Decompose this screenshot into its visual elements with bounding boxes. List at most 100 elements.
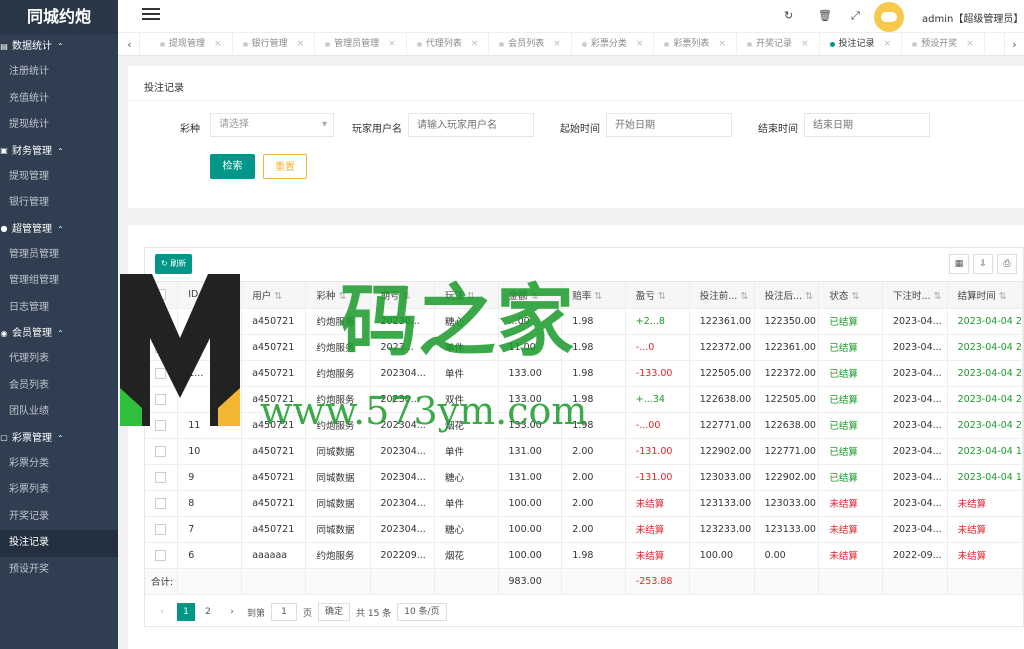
tab[interactable]: 代理列表 × xyxy=(407,33,490,56)
sort-icon[interactable]: ⇅ xyxy=(464,291,475,302)
close-icon[interactable]: × xyxy=(801,33,809,56)
sidebar-item[interactable]: 代理列表 xyxy=(0,346,118,373)
row-checkbox[interactable] xyxy=(155,497,166,509)
sort-icon[interactable]: ⇅ xyxy=(335,291,347,302)
sort-icon[interactable]: ⇅ xyxy=(996,291,1007,302)
table-row[interactable]: a450721 约炮服务 2023... 单件 11.00 1.98 -...0 122372… xyxy=(145,334,1023,361)
sort-icon[interactable]: ⇅ xyxy=(528,291,539,302)
table-row[interactable]: a450721 约炮服务 20230... 双件 133.00 1.98 +...34 122… xyxy=(145,386,1023,413)
prev-page-icon[interactable]: ‹ xyxy=(153,603,171,621)
lottery-select[interactable]: 请选择 ▾ xyxy=(210,113,334,137)
tab[interactable]: 彩票列表 × xyxy=(654,33,737,56)
row-checkbox[interactable] xyxy=(155,393,166,405)
close-icon[interactable]: × xyxy=(553,33,561,56)
column-header[interactable]: 结算时间 ⇅ xyxy=(947,282,1023,309)
close-icon[interactable]: × xyxy=(388,33,396,56)
sidebar-item[interactable]: 管理组管理 xyxy=(0,268,118,295)
refresh-button[interactable]: ↻ 刷新 xyxy=(155,254,193,274)
row-checkbox[interactable] xyxy=(155,549,166,561)
row-checkbox[interactable] xyxy=(155,445,166,457)
close-icon[interactable]: × xyxy=(966,33,974,56)
sidebar-group[interactable]: ▢ 彩票管理 ⌃ xyxy=(0,426,118,451)
column-header[interactable]: 金额 ⇅ xyxy=(498,282,563,309)
sidebar-item[interactable]: 彩票列表 xyxy=(0,477,118,504)
column-header[interactable]: 投注后... ⇅ xyxy=(754,282,820,309)
end-date-input[interactable] xyxy=(804,113,930,137)
trash-icon[interactable]: 🗑 xyxy=(818,9,832,22)
print-icon[interactable]: ⎙ xyxy=(997,254,1017,274)
table-row[interactable]: 11 a450721 约炮服务 202304... 烟花 133.00 1.98 -...00… xyxy=(145,412,1023,439)
columns-icon[interactable]: ▦ xyxy=(949,254,969,274)
row-checkbox[interactable] xyxy=(155,341,166,353)
row-checkbox[interactable] xyxy=(155,471,166,483)
close-icon[interactable]: × xyxy=(718,33,726,56)
sidebar-item[interactable]: 充值统计 xyxy=(0,86,118,113)
column-header[interactable]: 盈亏 ⇅ xyxy=(625,282,690,309)
menu-toggle-icon[interactable] xyxy=(142,8,160,22)
table-row[interactable]: a450721 约炮服务 20230... 糖心 ...00 1.98 +2...8 1223… xyxy=(145,308,1023,335)
column-header[interactable]: ID ⇅ xyxy=(177,282,243,309)
tab[interactable]: 预设开奖 × xyxy=(902,33,985,56)
sidebar-group[interactable]: ▣ 财务管理 ⌃ xyxy=(0,139,118,164)
page-size-select[interactable]: 10 条/页 xyxy=(397,603,447,621)
sidebar-item[interactable]: 注册统计 xyxy=(0,59,118,86)
table-row[interactable]: 6 aaaaaa 约炮服务 202209... 烟花 100.00 1.98 未结算 100.0… xyxy=(145,542,1023,569)
sort-icon[interactable]: ⇅ xyxy=(198,289,209,300)
column-header[interactable]: 状态 ⇅ xyxy=(818,282,883,309)
tab[interactable]: 投注记录 × xyxy=(820,33,903,56)
tab[interactable]: 会员列表 × xyxy=(489,33,572,56)
sidebar-item[interactable]: 团队业绩 xyxy=(0,399,118,426)
column-header[interactable]: 彩种 ⇅ xyxy=(305,282,371,309)
row-checkbox[interactable] xyxy=(155,367,166,379)
column-header[interactable]: 玩法 ⇅ xyxy=(434,282,499,309)
tab[interactable]: 银行管理 × xyxy=(233,33,316,56)
column-header[interactable]: 下注时... ⇅ xyxy=(882,282,948,309)
sidebar-item[interactable]: 会员列表 xyxy=(0,373,118,400)
sidebar-item[interactable]: 彩票分类 xyxy=(0,451,118,478)
sidebar-item[interactable]: 提现统计 xyxy=(0,112,118,139)
sidebar-group[interactable]: ● 超管管理 ⌃ xyxy=(0,217,118,242)
tabs-prev-icon[interactable]: ‹ xyxy=(120,33,140,56)
tab[interactable]: 开奖记录 × xyxy=(737,33,820,56)
column-header[interactable]: 投注前... ⇅ xyxy=(689,282,755,309)
row-checkbox[interactable] xyxy=(155,315,166,327)
tab[interactable]: 提现管理 × xyxy=(150,33,233,56)
tab[interactable]: 管理员管理 × xyxy=(315,33,407,56)
fullscreen-icon[interactable]: ⤢ xyxy=(851,9,860,23)
select-all-checkbox[interactable] xyxy=(155,289,166,301)
row-checkbox[interactable] xyxy=(155,523,166,535)
close-icon[interactable]: × xyxy=(214,33,222,56)
sort-icon[interactable]: ⇅ xyxy=(655,291,666,302)
sort-icon[interactable]: ⇅ xyxy=(271,291,282,302)
page-number[interactable]: 2 xyxy=(199,603,217,621)
sidebar-item[interactable]: 预设开奖 xyxy=(0,557,118,584)
sort-icon[interactable]: ⇅ xyxy=(848,291,859,302)
sidebar-group[interactable]: ◉ 会员管理 ⌃ xyxy=(0,321,118,346)
close-icon[interactable]: × xyxy=(471,33,479,56)
table-row[interactable]: 10 a450721 同城数据 202304... 单件 131.00 2.00 -131.0… xyxy=(145,438,1023,465)
table-row[interactable]: 8 a450721 同城数据 202304... 单件 100.00 2.00 未结算 1231… xyxy=(145,490,1023,517)
sidebar-item[interactable]: 开奖记录 xyxy=(0,504,118,531)
select-all-header[interactable] xyxy=(145,282,179,309)
avatar[interactable] xyxy=(874,2,904,32)
table-row[interactable]: 1... a450721 约炮服务 202304... 单件 133.00 1.98 -133… xyxy=(145,360,1023,387)
sidebar-item[interactable]: 提现管理 xyxy=(0,164,118,191)
column-header[interactable]: 期号 ⇅ xyxy=(370,282,435,309)
sort-icon[interactable]: ⇅ xyxy=(591,291,602,302)
sidebar-group[interactable]: ▤ 数据统计 ⌃ xyxy=(0,34,118,59)
sort-icon[interactable]: ⇅ xyxy=(931,291,942,302)
reset-button[interactable]: 重置 xyxy=(263,154,307,179)
close-icon[interactable]: × xyxy=(297,33,305,56)
tab[interactable]: 彩票分类 × xyxy=(572,33,655,56)
sidebar-item[interactable]: 日志管理 xyxy=(0,295,118,322)
column-header[interactable]: 用户 ⇅ xyxy=(241,282,307,309)
sidebar-item[interactable]: 管理员管理 xyxy=(0,242,118,269)
refresh-icon[interactable]: ↻ xyxy=(784,9,793,22)
search-button[interactable]: 检索 xyxy=(210,154,255,179)
sidebar-item[interactable]: 投注记录 xyxy=(0,530,118,557)
sort-icon[interactable]: ⇅ xyxy=(802,291,813,302)
table-row[interactable]: 9 a450721 同城数据 202304... 糖心 131.00 2.00 -131.00… xyxy=(145,464,1023,491)
goto-page-input[interactable]: 1 xyxy=(271,603,298,621)
close-icon[interactable]: × xyxy=(884,33,892,56)
tabs-next-icon[interactable]: › xyxy=(1004,33,1024,56)
